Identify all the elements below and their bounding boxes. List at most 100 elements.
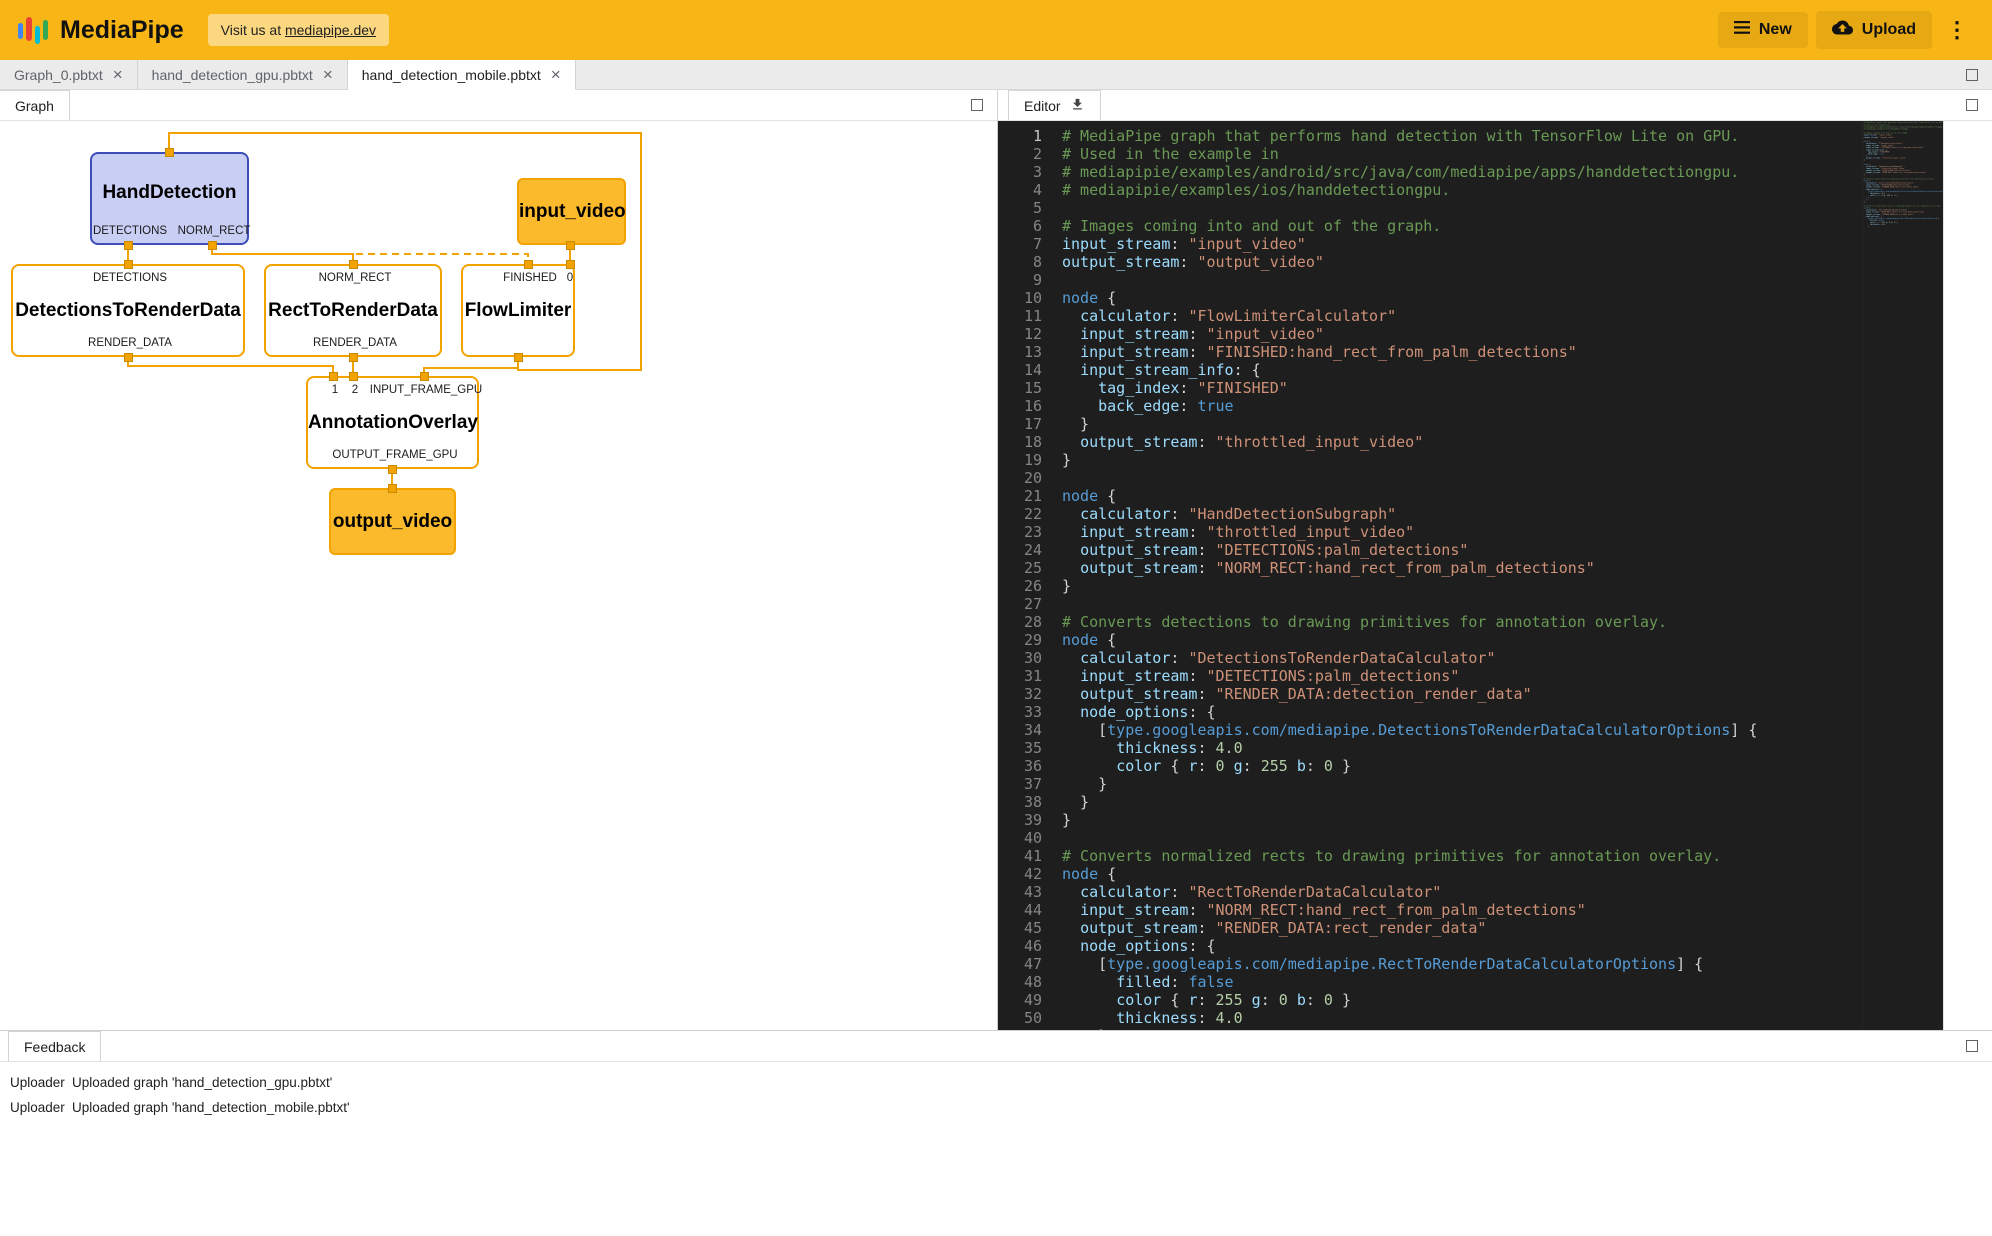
tab-feedback[interactable]: Feedback — [8, 1031, 101, 1061]
code-line: 23 input_stream: "throttled_input_video" — [998, 523, 1943, 541]
file-tab-bar: Graph_0.pbtxt × hand_detection_gpu.pbtxt… — [0, 60, 1992, 90]
code-line: 27 — [998, 595, 1943, 613]
close-icon[interactable]: × — [551, 66, 561, 83]
line-number: 32 — [998, 685, 1062, 703]
line-number: 31 — [998, 667, 1062, 685]
line-number: 39 — [998, 811, 1062, 829]
graph-canvas[interactable]: HandDetection DETECTIONS NORM_RECT input… — [0, 121, 997, 1030]
new-button-label: New — [1759, 21, 1792, 39]
download-icon[interactable] — [1070, 97, 1085, 115]
maximize-icon[interactable] — [971, 99, 983, 111]
code-editor[interactable]: 1# MediaPipe graph that performs hand de… — [998, 121, 1943, 1030]
port — [329, 372, 338, 381]
graph-panel: Graph HandDetection DETECTIONS — [0, 90, 998, 1030]
editor-panel: Editor 1# MediaPipe graph that performs … — [998, 90, 1992, 1030]
node-output-video[interactable]: output_video — [329, 488, 456, 555]
node-title: RectToRenderData — [266, 300, 440, 322]
line-number: 6 — [998, 217, 1062, 235]
port — [349, 260, 358, 269]
code-line: 51 } — [998, 1027, 1943, 1030]
log-source: Uploader — [10, 1075, 72, 1090]
code-line: 30 calculator: "DetectionsToRenderDataCa… — [998, 649, 1943, 667]
line-number: 45 — [998, 919, 1062, 937]
upload-button-label: Upload — [1862, 21, 1916, 39]
code-line: 33 node_options: { — [998, 703, 1943, 721]
tab-graph[interactable]: Graph — [0, 90, 70, 120]
overflow-menu-button[interactable]: ⋮ — [1940, 15, 1974, 45]
code-line: 34 [type.googleapis.com/mediapipe.Detect… — [998, 721, 1943, 739]
feedback-panel-header: Feedback — [0, 1031, 1992, 1062]
line-number: 13 — [998, 343, 1062, 361]
mediapipe-dev-link[interactable]: mediapipe.dev — [285, 22, 376, 38]
line-number: 40 — [998, 829, 1062, 847]
log-source: Uploader — [10, 1100, 72, 1115]
node-title: input_video — [519, 201, 624, 223]
new-button[interactable]: New — [1718, 12, 1808, 48]
node-annotationoverlay[interactable]: 1 2 INPUT_FRAME_GPU AnnotationOverlay OU… — [306, 376, 479, 469]
port — [124, 260, 133, 269]
code-line: 18 output_stream: "throttled_input_video… — [998, 433, 1943, 451]
code-line: 4# mediapipie/examples/ios/handdetection… — [998, 181, 1943, 199]
line-number: 42 — [998, 865, 1062, 883]
line-number: 51 — [998, 1027, 1062, 1030]
visit-chip: Visit us at mediapipe.dev — [208, 14, 389, 46]
node-recttorenderdata[interactable]: NORM_RECT RectToRenderData RENDER_DATA — [264, 264, 442, 357]
code-line: 24 output_stream: "DETECTIONS:palm_detec… — [998, 541, 1943, 559]
code-line: 43 calculator: "RectToRenderDataCalculat… — [998, 883, 1943, 901]
port-label: OUTPUT_FRAME_GPU — [332, 449, 457, 461]
code-line: 14 input_stream_info: { — [998, 361, 1943, 379]
code-line: 9 — [998, 271, 1943, 289]
close-icon[interactable]: × — [323, 66, 333, 83]
kebab-icon: ⋮ — [1946, 17, 1968, 42]
node-title: HandDetection — [92, 182, 247, 204]
line-number: 16 — [998, 397, 1062, 415]
close-icon[interactable]: × — [113, 66, 123, 83]
cloud-upload-icon — [1832, 20, 1853, 40]
minimap-line: output_stream: "NORM_RECT:hand_rect_from… — [1864, 172, 1876, 174]
node-flowlimiter[interactable]: FINISHED 0 FlowLimiter — [461, 264, 575, 357]
maximize-icon[interactable] — [1966, 1040, 1978, 1052]
file-tab-hand-detection-mobile[interactable]: hand_detection_mobile.pbtxt × — [348, 60, 576, 90]
node-input-video[interactable]: input_video — [517, 178, 626, 245]
line-number: 36 — [998, 757, 1062, 775]
line-number: 5 — [998, 199, 1062, 217]
line-number: 28 — [998, 613, 1062, 631]
code-line: 28# Converts detections to drawing primi… — [998, 613, 1943, 631]
minimap[interactable]: # MediaPipe graph that performs hand det… — [1862, 121, 1943, 1030]
line-number: 14 — [998, 361, 1062, 379]
node-title: AnnotationOverlay — [308, 412, 477, 434]
code-line: 38 } — [998, 793, 1943, 811]
maximize-icon[interactable] — [1966, 99, 1978, 111]
upload-button[interactable]: Upload — [1816, 11, 1932, 49]
code-line: 6# Images coming into and out of the gra… — [998, 217, 1943, 235]
code-line: 36 color { r: 0 g: 255 b: 0 } — [998, 757, 1943, 775]
line-number: 8 — [998, 253, 1062, 271]
line-number: 34 — [998, 721, 1062, 739]
line-number: 10 — [998, 289, 1062, 307]
port — [566, 241, 575, 250]
file-tab-label: hand_detection_gpu.pbtxt — [152, 67, 313, 83]
port-label: RENDER_DATA — [313, 337, 397, 349]
line-number: 2 — [998, 145, 1062, 163]
code-line: 13 input_stream: "FINISHED:hand_rect_fro… — [998, 343, 1943, 361]
code-line: 26} — [998, 577, 1943, 595]
minimap-line: # mediapipie/examples/ios/handdetectiong… — [1864, 128, 1876, 130]
file-tab-graph0[interactable]: Graph_0.pbtxt × — [0, 60, 138, 89]
line-number: 33 — [998, 703, 1062, 721]
tab-editor-label: Editor — [1024, 98, 1061, 114]
code-line: 1# MediaPipe graph that performs hand de… — [998, 127, 1943, 145]
tab-editor[interactable]: Editor — [1008, 90, 1101, 120]
maximize-icon[interactable] — [1966, 69, 1978, 81]
line-number: 26 — [998, 577, 1062, 595]
app-header: MediaPipe Visit us at mediapipe.dev New … — [0, 0, 1992, 60]
node-handdetection[interactable]: HandDetection DETECTIONS NORM_RECT — [90, 152, 249, 245]
line-number: 18 — [998, 433, 1062, 451]
port-label: 1 — [332, 384, 338, 396]
port — [349, 353, 358, 362]
file-tab-hand-detection-gpu[interactable]: hand_detection_gpu.pbtxt × — [138, 60, 348, 89]
code-line: 39} — [998, 811, 1943, 829]
node-detectionstorenderdata[interactable]: DETECTIONS DetectionsToRenderData RENDER… — [11, 264, 245, 357]
code-line: 45 output_stream: "RENDER_DATA:rect_rend… — [998, 919, 1943, 937]
code-line: 50 thickness: 4.0 — [998, 1009, 1943, 1027]
line-number: 24 — [998, 541, 1062, 559]
